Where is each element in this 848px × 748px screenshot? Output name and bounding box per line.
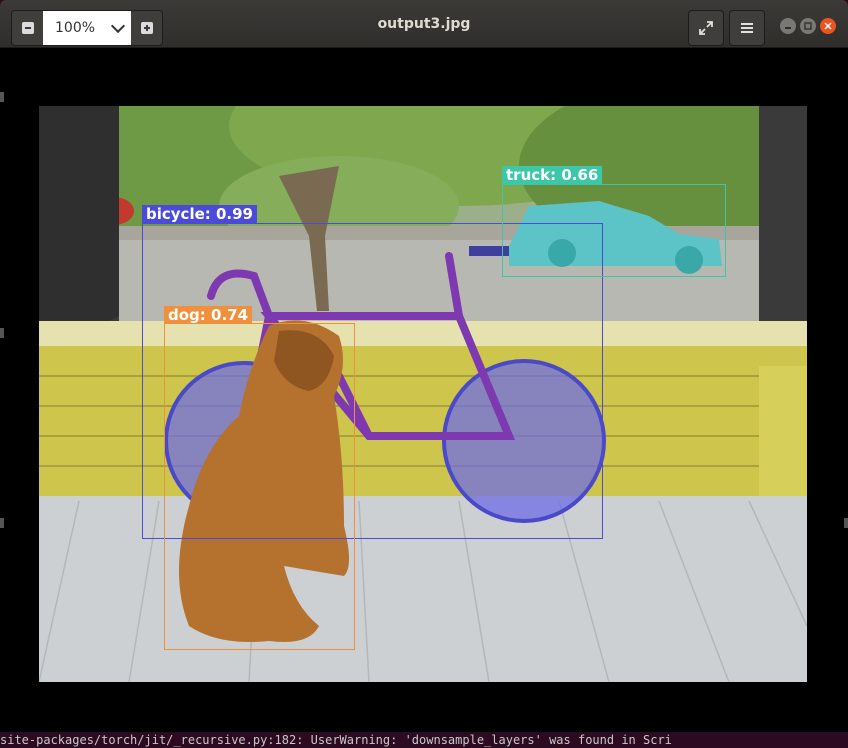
detection-box-dog xyxy=(164,323,355,650)
detection-image: bicycle: 0.99 truck: 0.66 dog: 0.74 xyxy=(39,106,807,682)
hamburger-menu-icon xyxy=(741,23,753,33)
maximize-icon xyxy=(804,22,812,30)
image-canvas: bicycle: 0.99 truck: 0.66 dog: 0.74 xyxy=(0,48,848,732)
terminal-output-line: site-packages/torch/jit/_recursive.py:18… xyxy=(0,733,672,747)
edge-mark xyxy=(0,518,4,528)
maximize-button[interactable] xyxy=(800,18,816,34)
detection-label-dog: dog: 0.74 xyxy=(164,306,253,324)
image-viewer-window: 100% output3.jpg bicycle: 0.99 truck: 0.… xyxy=(0,0,848,732)
edge-mark xyxy=(0,328,4,338)
minimize-icon xyxy=(785,27,791,29)
menu-button[interactable] xyxy=(729,10,765,46)
close-button[interactable] xyxy=(820,18,836,34)
header-bar: 100% output3.jpg xyxy=(0,0,848,48)
fullscreen-button[interactable] xyxy=(688,10,724,46)
detection-box-truck xyxy=(502,184,726,277)
edge-mark xyxy=(0,92,4,102)
detection-label-truck: truck: 0.66 xyxy=(502,166,603,184)
detection-label-bicycle: bicycle: 0.99 xyxy=(142,205,257,223)
minimize-button[interactable] xyxy=(780,18,796,34)
close-icon xyxy=(824,22,832,30)
fullscreen-icon xyxy=(699,21,713,35)
edge-mark xyxy=(844,518,848,528)
